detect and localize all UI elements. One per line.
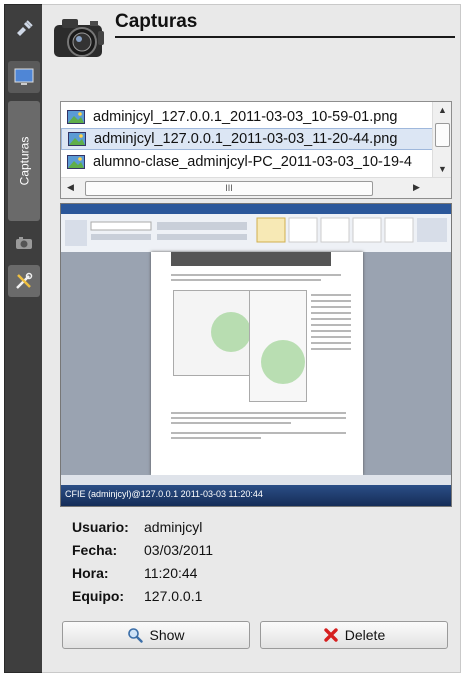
vertical-scrollbar[interactable]: ▲ ▼ <box>432 102 451 178</box>
scroll-down-arrow-icon[interactable]: ▼ <box>438 164 447 174</box>
show-button[interactable]: Show <box>62 621 250 649</box>
hora-value: 11:20:44 <box>144 565 198 581</box>
preview-ribbon <box>61 204 451 253</box>
monitor-icon <box>14 68 34 85</box>
info-hora: Hora: 11:20:44 <box>72 565 197 587</box>
list-item[interactable]: adminjcyl_127.0.0.1_2011-03-03_10-59-01.… <box>61 106 433 128</box>
show-button-label: Show <box>149 627 185 643</box>
usuario-label: Usuario: <box>72 519 129 535</box>
scroll-up-arrow-icon[interactable]: ▲ <box>438 105 447 115</box>
list-item-selected[interactable]: adminjcyl_127.0.0.1_2011-03-03_11-20-44.… <box>61 128 433 150</box>
camera-icon <box>16 237 32 249</box>
scroll-right-arrow-icon[interactable]: ▶ <box>413 182 420 193</box>
sidebar: Capturas <box>4 4 44 673</box>
image-file-icon <box>68 132 86 146</box>
capturas-panel: Capturas adminjcyl_127.0.0.1_2011-03-03_… <box>42 4 461 673</box>
sidebar-tab-label: Capturas <box>17 136 32 186</box>
fecha-value: 03/03/2011 <box>144 542 214 558</box>
equipo-label: Equipo: <box>72 588 125 604</box>
image-file-icon <box>67 155 85 169</box>
horizontal-scroll-thumb[interactable]: III <box>85 181 373 196</box>
fecha-label: Fecha: <box>72 542 118 558</box>
tools-icon <box>16 272 33 289</box>
capture-preview: CFIE (adminjcyl)@127.0.0.1 2011-03-03 11… <box>60 203 452 507</box>
hora-label: Hora: <box>72 565 109 581</box>
delete-button-label: Delete <box>344 627 386 643</box>
plug-icon <box>17 20 33 36</box>
preview-statusbar <box>61 475 451 485</box>
info-fecha: Fecha: 03/03/2011 <box>72 542 213 564</box>
capture-file-list[interactable]: adminjcyl_127.0.0.1_2011-03-03_10-59-01.… <box>60 101 452 199</box>
file-name: adminjcyl_127.0.0.1_2011-03-03_10-59-01.… <box>93 109 398 125</box>
delete-x-icon <box>324 628 338 642</box>
magnifier-icon <box>128 628 144 643</box>
sidebar-button-screen[interactable] <box>8 61 40 93</box>
delete-button[interactable]: Delete <box>260 621 448 649</box>
preview-taskbar: CFIE (adminjcyl)@127.0.0.1 2011-03-03 11… <box>61 485 451 506</box>
list-item[interactable]: alumno-clase_adminjcyl-PC_2011-03-03_10-… <box>61 151 433 173</box>
file-name: adminjcyl_127.0.0.1_2011-03-03_11-20-44.… <box>94 131 398 147</box>
vertical-scroll-thumb[interactable] <box>435 123 450 147</box>
preview-taskbar-title: CFIE (adminjcyl)@127.0.0.1 2011-03-03 11… <box>65 489 263 499</box>
usuario-value: adminjcyl <box>144 519 203 535</box>
sidebar-button-camera[interactable] <box>8 227 40 259</box>
title-underline <box>115 36 455 38</box>
panel-title: Capturas <box>115 11 198 32</box>
preview-page <box>151 252 363 475</box>
equipo-value: 127.0.0.1 <box>144 588 203 604</box>
sidebar-button-connect[interactable] <box>8 13 40 45</box>
info-equipo: Equipo: 127.0.0.1 <box>72 588 202 610</box>
horizontal-scrollbar[interactable]: ◀ III ▶ <box>61 177 451 198</box>
info-usuario: Usuario: adminjcyl <box>72 519 202 541</box>
scroll-left-arrow-icon[interactable]: ◀ <box>67 182 74 193</box>
sidebar-button-tools[interactable] <box>8 265 40 297</box>
image-file-icon <box>67 110 85 124</box>
capturas-window: Capturas Capturas adminjcyl_127.0.0.1_20… <box>0 0 465 675</box>
camera-logo-icon <box>50 11 112 63</box>
file-name: alumno-clase_adminjcyl-PC_2011-03-03_10-… <box>93 154 412 170</box>
sidebar-tab-capturas[interactable]: Capturas <box>8 101 40 221</box>
preview-document-area <box>61 252 451 475</box>
